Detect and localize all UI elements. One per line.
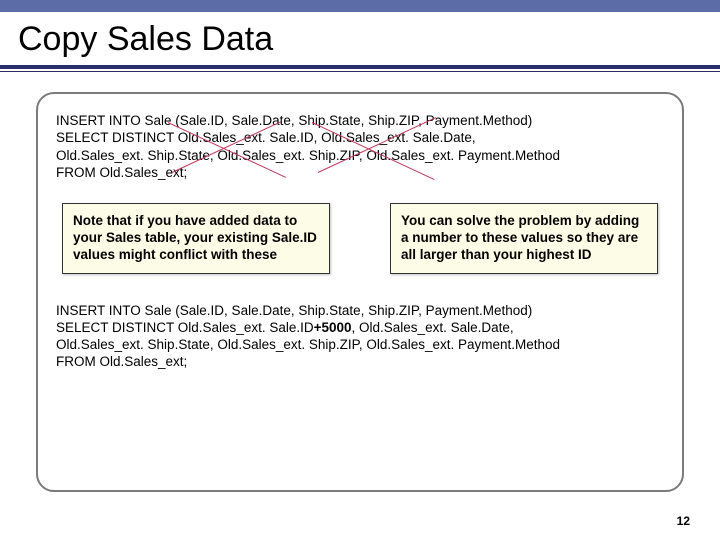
sql-block-top: INSERT INTO Sale (Sale.ID, Sale.Date, Sh… bbox=[56, 112, 664, 181]
sql-bottom-line2-bold: +5000 bbox=[314, 320, 352, 335]
title-rule-thick bbox=[0, 65, 720, 69]
slide-title: Copy Sales Data bbox=[18, 20, 720, 59]
title-rule-thin bbox=[0, 71, 720, 72]
sql-bottom-line3: Old.Sales_ext. Ship.State, Old.Sales_ext… bbox=[56, 336, 664, 353]
sql-bottom-line2-pre: SELECT DISTINCT Old.Sales_ext. Sale.ID bbox=[56, 320, 314, 335]
sql-top-line3: Old.Sales_ext. Ship.State, Old.Sales_ext… bbox=[56, 147, 664, 164]
notes-row: Note that if you have added data to your… bbox=[62, 203, 658, 274]
sql-bottom-line4: FROM Old.Sales_ext; bbox=[56, 353, 664, 370]
sql-block-bottom: INSERT INTO Sale (Sale.ID, Sale.Date, Sh… bbox=[56, 302, 664, 371]
content-frame: INSERT INTO Sale (Sale.ID, Sale.Date, Sh… bbox=[36, 92, 684, 492]
sql-bottom-line2: SELECT DISTINCT Old.Sales_ext. Sale.ID+5… bbox=[56, 319, 664, 336]
slide-top-bar bbox=[0, 0, 720, 12]
page-number: 12 bbox=[677, 514, 690, 528]
sql-top-line1: INSERT INTO Sale (Sale.ID, Sale.Date, Sh… bbox=[56, 112, 664, 129]
sql-bottom-line1: INSERT INTO Sale (Sale.ID, Sale.Date, Sh… bbox=[56, 302, 664, 319]
note-left: Note that if you have added data to your… bbox=[62, 203, 330, 274]
sql-bottom-line2-post: , Old.Sales_ext. Sale.Date, bbox=[352, 320, 514, 335]
note-right: You can solve the problem by adding a nu… bbox=[390, 203, 658, 274]
sql-top-line4: FROM Old.Sales_ext; bbox=[56, 164, 664, 181]
